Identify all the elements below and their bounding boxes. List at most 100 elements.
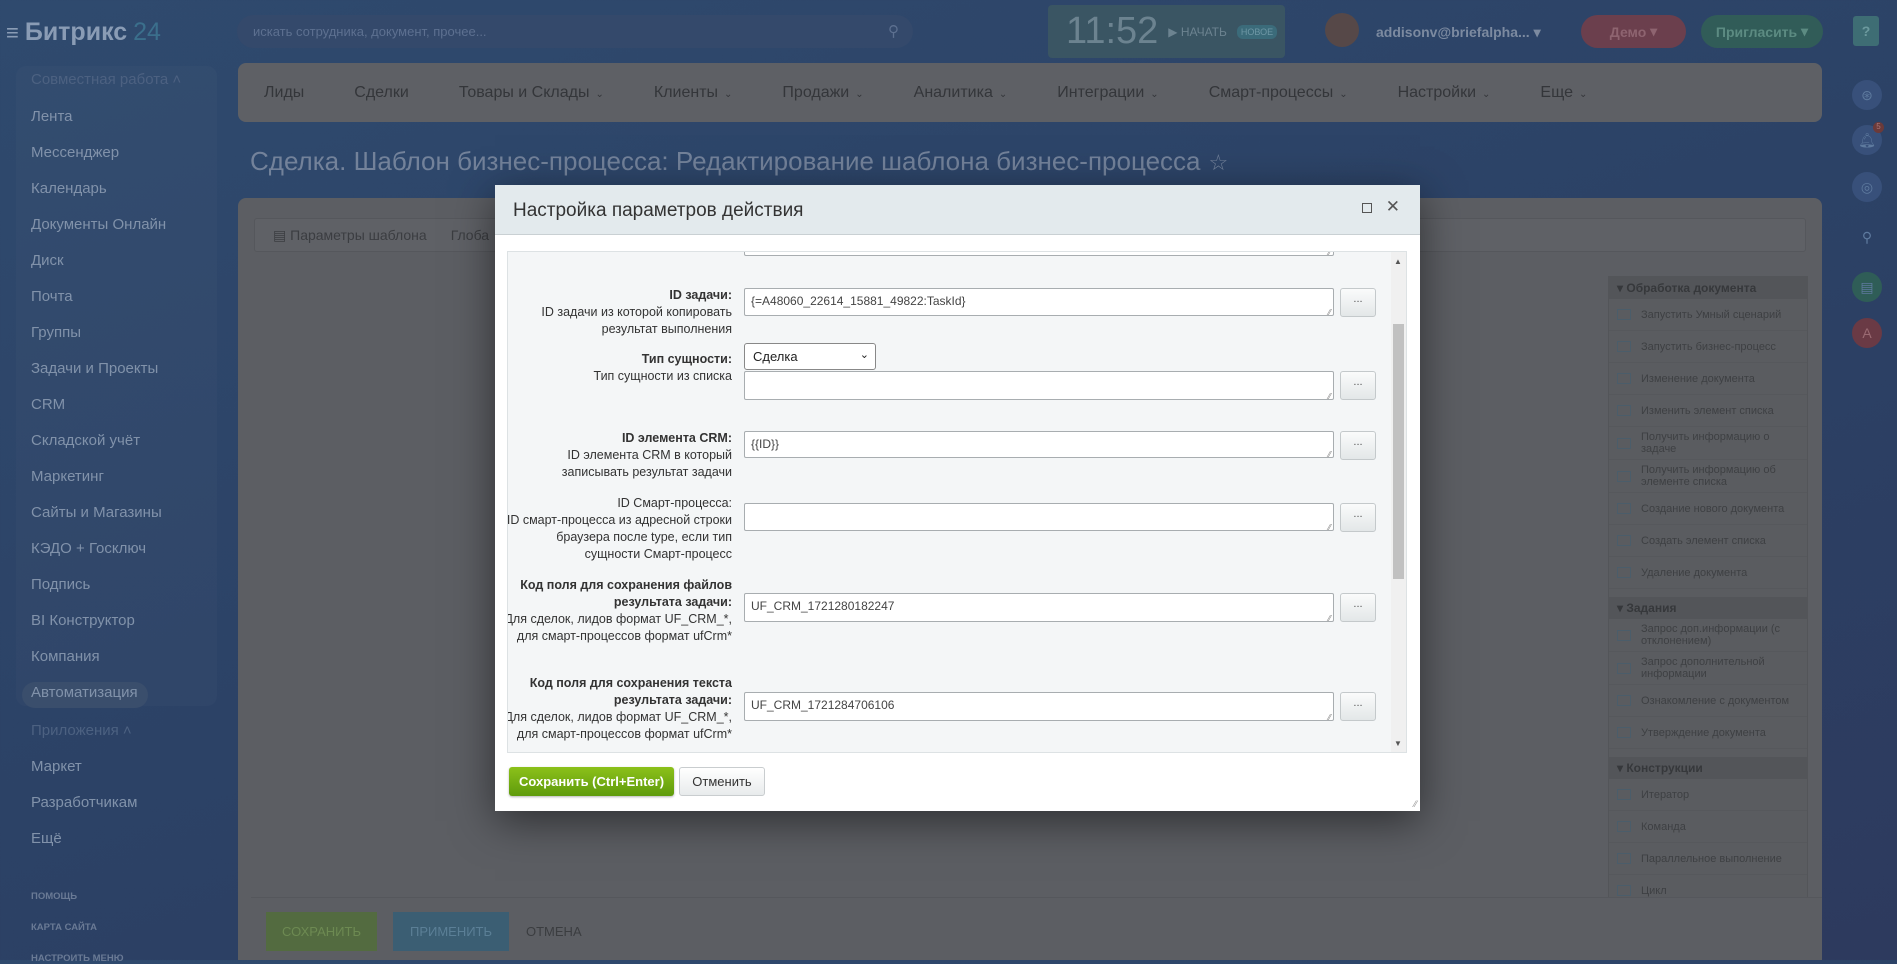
worktime-widget[interactable]: 11:52 ▶ НАЧАТЬ НОВОЕ xyxy=(1048,5,1285,58)
textarea-previous[interactable] xyxy=(744,252,1334,257)
sidebar-section-apps[interactable]: Приложения ˄ xyxy=(31,722,132,739)
dialog-save-button[interactable]: Сохранить (Ctrl+Enter) xyxy=(509,767,674,796)
palette-group-header[interactable]: ▾ Обработка документа xyxy=(1609,277,1807,299)
avatar[interactable] xyxy=(1325,13,1359,47)
palette-item[interactable]: Команда xyxy=(1609,811,1807,843)
sidebar-item[interactable]: Разработчикам xyxy=(31,794,137,811)
sidebar-item[interactable]: Документы Онлайн xyxy=(31,216,166,233)
sidebar-item[interactable]: Складской учёт xyxy=(31,432,140,449)
sidebar-item[interactable]: Группы xyxy=(31,324,81,341)
palette-item[interactable]: Получить информацию об элементе списка xyxy=(1609,460,1807,493)
sidebar-item[interactable]: BI Конструктор xyxy=(31,612,135,629)
insert-value-button[interactable]: ... xyxy=(1340,431,1376,460)
sidebar-item[interactable]: Почта xyxy=(31,288,73,305)
nav-item[interactable]: Лиды xyxy=(264,84,304,102)
insert-value-button[interactable]: ... xyxy=(1340,503,1376,532)
nav-item[interactable]: Настройки ⌄ xyxy=(1398,84,1491,102)
sidebar-footer-link[interactable]: НАСТРОИТЬ МЕНЮ xyxy=(31,953,124,964)
palette-group-header[interactable]: ▾ Конструкции xyxy=(1609,757,1807,779)
sidebar-item[interactable]: Календарь xyxy=(31,180,107,197)
entity-type-select[interactable]: Сделка ⌄ xyxy=(744,343,876,370)
start-button[interactable]: ▶ НАЧАТЬ xyxy=(1168,25,1227,39)
dialog-cancel-button[interactable]: Отменить xyxy=(679,767,765,796)
sidebar-item[interactable]: Сайты и Магазины xyxy=(31,504,162,521)
sidebar-item[interactable]: Автоматизация xyxy=(31,684,138,701)
field-input[interactable] xyxy=(744,503,1334,532)
field-input[interactable]: UF_CRM_1721280182247 xyxy=(744,593,1334,623)
search-input[interactable]: искать сотрудника, документ, прочее... ⚲ xyxy=(237,15,913,48)
nav-item[interactable]: Аналитика ⌄ xyxy=(914,84,1008,102)
sidebar-item[interactable]: CRM xyxy=(31,396,65,413)
tab-globals[interactable]: Глоба xyxy=(451,227,489,243)
palette-item[interactable]: Создание нового документа xyxy=(1609,493,1807,525)
dialog-header[interactable]: Настройка параметров действия ✕ xyxy=(495,185,1420,235)
cancel-template-link[interactable]: ОТМЕНА xyxy=(526,912,582,951)
close-icon[interactable]: ✕ xyxy=(1386,197,1400,217)
field-input[interactable]: UF_CRM_1721284706106 xyxy=(744,692,1334,722)
sync-icon[interactable]: ⊛ xyxy=(1852,80,1882,110)
help-button[interactable]: ? xyxy=(1853,16,1879,46)
nav-item[interactable]: Еще ⌄ xyxy=(1540,84,1587,102)
scrollbar[interactable]: ▲ ▼ xyxy=(1391,252,1406,752)
scroll-up-icon[interactable]: ▲ xyxy=(1394,257,1402,266)
palette-item[interactable]: Запрос дополнительной информации xyxy=(1609,652,1807,685)
save-template-button[interactable]: СОХРАНИТЬ xyxy=(266,912,377,951)
palette-item[interactable]: Запустить бизнес-процесс xyxy=(1609,331,1807,363)
sidebar-footer-link[interactable]: КАРТА САЙТА xyxy=(31,922,97,933)
resize-handle[interactable]: ⁄⁄ xyxy=(1414,799,1417,809)
sidebar-item[interactable]: Лента xyxy=(31,108,73,125)
sidebar-item[interactable]: Задачи и Проекты xyxy=(31,360,158,377)
sidebar-footer-link[interactable]: ПОМОЩЬ xyxy=(31,891,77,902)
palette-item[interactable]: Запрос доп.информации (с отклонением) xyxy=(1609,619,1807,652)
search-icon[interactable]: ⚲ xyxy=(888,22,899,40)
apply-button[interactable]: ПРИМЕНИТЬ xyxy=(393,912,509,951)
field-input[interactable] xyxy=(744,371,1334,401)
palette-item[interactable]: Ознакомление с документом xyxy=(1609,685,1807,717)
sidebar-item[interactable]: КЭДО + Госключ xyxy=(31,540,146,557)
nav-item[interactable]: Продажи ⌄ xyxy=(782,84,863,102)
invite-button[interactable]: Пригласить ▾ xyxy=(1701,15,1823,48)
tab-template-params[interactable]: ▤ Параметры шаблона xyxy=(273,227,427,244)
nav-item[interactable]: Клиенты ⌄ xyxy=(654,84,733,102)
palette-item[interactable]: Изменить элемент списка xyxy=(1609,395,1807,427)
chat-icon[interactable]: ◎ xyxy=(1852,172,1882,202)
user-menu[interactable]: addisonv@briefalpha... ▾ xyxy=(1376,24,1541,41)
logo[interactable]: ≡ Битрикс 24 xyxy=(6,18,161,47)
nav-item[interactable]: Смарт-процессы ⌄ xyxy=(1209,84,1348,102)
field-input[interactable]: {{ID}} xyxy=(744,431,1334,459)
insert-value-button[interactable]: ... xyxy=(1340,593,1376,622)
sidebar-section-collab[interactable]: Совместная работа ˄ xyxy=(31,71,181,88)
insert-value-button[interactable]: ... xyxy=(1340,371,1376,400)
insert-value-button[interactable]: ... xyxy=(1340,288,1376,317)
nav-item[interactable]: Товары и Склады ⌄ xyxy=(459,84,604,102)
palette-item[interactable]: Параллельное выполнение xyxy=(1609,843,1807,875)
user-avatar-small[interactable]: A xyxy=(1852,318,1882,348)
sidebar-item[interactable]: Диск xyxy=(31,252,64,269)
palette-item[interactable]: Удаление документа xyxy=(1609,557,1807,589)
palette-item[interactable]: Получить информацию о задаче xyxy=(1609,427,1807,460)
search-icon[interactable]: ⚲ xyxy=(1852,222,1882,252)
field-input[interactable]: {=A48060_22614_15881_49822:TaskId} xyxy=(744,288,1334,317)
sidebar-item[interactable]: Маркет xyxy=(31,758,82,775)
insert-value-button[interactable]: ... xyxy=(1340,692,1376,721)
sidebar-item[interactable]: Подпись xyxy=(31,576,90,593)
sidebar-item[interactable]: Маркетинг xyxy=(31,468,104,485)
bell-icon[interactable]: 🔔︎ 5 xyxy=(1852,122,1884,155)
palette-item[interactable]: Запустить Умный сценарий xyxy=(1609,299,1807,331)
palette-group-header[interactable]: ▾ Задания xyxy=(1609,597,1807,619)
palette-item[interactable]: Изменение документа xyxy=(1609,363,1807,395)
nav-item[interactable]: Интеграции ⌄ xyxy=(1057,84,1158,102)
sidebar-item[interactable]: Мессенджер xyxy=(31,144,119,161)
nav-item[interactable]: Сделки xyxy=(354,84,409,102)
palette-item[interactable]: Создать элемент списка xyxy=(1609,525,1807,557)
calendar-icon[interactable]: ▤ xyxy=(1852,272,1882,302)
palette-item[interactable]: Итератор xyxy=(1609,779,1807,811)
scroll-down-icon[interactable]: ▼ xyxy=(1394,739,1402,748)
menu-icon[interactable]: ≡ xyxy=(6,20,19,46)
scrollbar-thumb[interactable] xyxy=(1393,324,1404,579)
sidebar-item[interactable]: Ещё xyxy=(31,830,62,847)
palette-item[interactable]: Утверждение документа xyxy=(1609,717,1807,749)
maximize-icon[interactable] xyxy=(1362,203,1372,213)
sidebar-item[interactable]: Компания xyxy=(31,648,100,665)
demo-button[interactable]: Демо ▾ xyxy=(1581,15,1686,48)
